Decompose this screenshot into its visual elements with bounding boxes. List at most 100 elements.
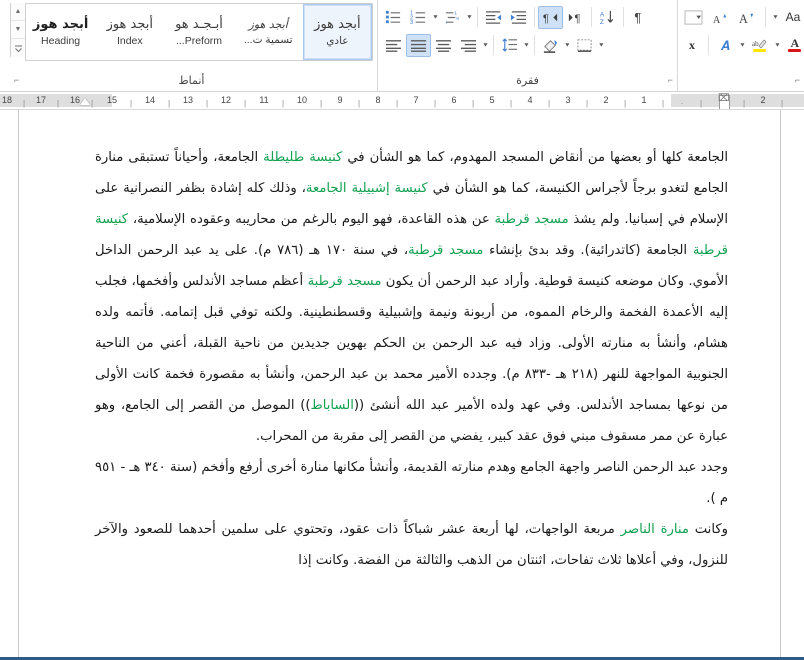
font-color-button[interactable]: A: [784, 34, 804, 57]
ltr-text-direction-button[interactable]: ¶: [563, 6, 588, 29]
document-hyperlink[interactable]: الساباط: [311, 398, 354, 413]
ruler-minor-tick: |: [129, 99, 133, 108]
styles-scroll-up-icon[interactable]: ▲: [11, 3, 25, 21]
left-indent-marker[interactable]: [80, 98, 90, 105]
style-item-index[interactable]: أبجد هوز Index: [95, 4, 164, 60]
align-left-button[interactable]: [381, 34, 406, 57]
align-right-button[interactable]: [456, 34, 481, 57]
ruler-minor-tick: |: [205, 99, 209, 108]
paragraph-1[interactable]: الجامعة كلها أو بعضها من أنقاض المسجد ال…: [95, 142, 728, 452]
ruler-minor-tick: |: [395, 99, 399, 108]
ruler-minor-tick: |: [433, 99, 437, 108]
multilevel-list-chevron-down-icon[interactable]: ▼: [466, 14, 473, 20]
ruler-tick: 4: [527, 95, 533, 105]
change-case-label: Aa: [785, 10, 801, 24]
line-spacing-button[interactable]: [497, 34, 522, 57]
document-hyperlink[interactable]: كنيسة إشبيلية الجامعة: [306, 181, 428, 196]
ruler-minor-tick: |: [56, 99, 60, 108]
font-dialog-launcher[interactable]: ⌐: [795, 71, 800, 89]
paragraph-group-label: فقرة: [516, 75, 539, 87]
paragraph-dialog-launcher[interactable]: ⌐: [668, 71, 673, 89]
borders-button[interactable]: [572, 34, 597, 57]
text-effects-button[interactable]: 𝑨: [714, 34, 736, 57]
grow-font-button[interactable]: A: [735, 6, 760, 29]
style-item-heading[interactable]: أبجد هوز Heading: [26, 4, 95, 60]
styles-gallery[interactable]: أبجد هوز عادي أبجد هوز تسمية ت... أبـجـد…: [25, 3, 373, 61]
sort-button[interactable]: AZ: [595, 6, 620, 29]
style-sample: أبجد هوز: [248, 17, 288, 31]
styles-gallery-scrollbar[interactable]: ▲ ▼: [10, 3, 25, 57]
styles-more-icon[interactable]: [11, 39, 25, 57]
style-item-caption[interactable]: أبجد هوز تسمية ت...: [234, 4, 303, 60]
increase-indent-button[interactable]: [481, 6, 506, 29]
font-size-box[interactable]: [681, 6, 706, 29]
ruler-tick: 9: [337, 95, 343, 105]
highlight-color-swatch: [753, 49, 767, 52]
decrease-indent-button[interactable]: [506, 6, 531, 29]
ruler-minor-tick: |: [281, 99, 285, 108]
document-hyperlink[interactable]: مسجد قرطبة: [308, 274, 382, 289]
svg-text:ab: ab: [752, 40, 759, 48]
text-effects-chevron-down-icon[interactable]: ▼: [739, 42, 746, 48]
justify-button[interactable]: [406, 33, 431, 57]
show-formatting-marks-button[interactable]: ¶: [627, 6, 649, 29]
ruler-minor-tick: |: [471, 99, 475, 108]
align-chevron-down-icon[interactable]: ▼: [482, 42, 489, 48]
shading-button[interactable]: [538, 34, 563, 57]
svg-text:¶: ¶: [574, 13, 580, 25]
document-text-column[interactable]: الجامعة كلها أو بعضها من أنقاض المسجد ال…: [95, 142, 728, 576]
svg-text:A: A: [713, 15, 721, 26]
styles-scroll-down-icon[interactable]: ▼: [11, 21, 25, 39]
paragraph-2-text: وجدد عبد الرحمن الناصر واجهة الجامع وهدم…: [95, 460, 728, 506]
ruler-tick: 11: [259, 95, 269, 105]
line-spacing-chevron-down-icon[interactable]: ▼: [523, 42, 530, 48]
ruler-tick: 8: [375, 95, 381, 105]
document-hyperlink[interactable]: كنيسة طليطلة: [263, 150, 342, 165]
shrink-font-button[interactable]: A: [708, 6, 733, 29]
document-area[interactable]: الجامعة كلها أو بعضها من أنقاض المسجد ال…: [0, 110, 804, 660]
document-hyperlink[interactable]: مسجد قرطبة: [408, 243, 483, 258]
style-item-normal[interactable]: أبجد هوز عادي: [302, 4, 372, 60]
paragraph-3[interactable]: وكانت منارة الناصر مربعة الواجهات، لها أ…: [95, 514, 728, 576]
text-highlight-color-button[interactable]: ab: [749, 34, 771, 57]
document-hyperlink[interactable]: منارة الناصر: [621, 522, 689, 537]
numbered-list-button[interactable]: 123: [406, 6, 431, 29]
styles-dialog-launcher[interactable]: ⌐: [14, 71, 19, 89]
ruler-minor-tick: |: [357, 99, 361, 108]
style-item-preformatted[interactable]: أبـجـد هو Preform...: [164, 4, 233, 60]
rtl-text-direction-button[interactable]: ¶: [537, 5, 563, 29]
shading-chevron-down-icon[interactable]: ▼: [564, 42, 571, 48]
ruler-tick: 2: [760, 95, 766, 105]
ruler-tick: 10: [296, 95, 308, 105]
strikethrough-button[interactable]: x: [681, 34, 703, 57]
divider: [622, 7, 624, 27]
change-case-button[interactable]: Aa: [782, 6, 804, 29]
ruler-tick: 16: [69, 95, 81, 105]
style-sample: أبجد هوز: [106, 16, 153, 32]
style-sample: أبجد هوز: [32, 16, 89, 32]
style-sample: أبجد هوز: [314, 16, 361, 32]
multilevel-list-button[interactable]: 1ai: [440, 6, 465, 29]
svg-text:¶: ¶: [543, 13, 549, 25]
ruler-tick: 14: [144, 95, 156, 105]
document-hyperlink[interactable]: مسجد قرطبة: [495, 212, 569, 227]
horizontal-ruler[interactable]: 18 | 17 | 16 | 15 | 14 | 13 | 12 | 11 | …: [0, 92, 804, 110]
style-name: Index: [116, 35, 143, 48]
document-text-run: الجامعة كلها أو بعضها من أنقاض المسجد ال…: [342, 150, 728, 165]
ruler-tick: 3: [565, 95, 571, 105]
bulleted-list-button[interactable]: [381, 6, 406, 29]
highlight-chevron-down-icon[interactable]: ▼: [774, 42, 781, 48]
document-page[interactable]: الجامعة كلها أو بعضها من أنقاض المسجد ال…: [18, 110, 781, 660]
paragraph-2[interactable]: وجدد عبد الرحمن الناصر واجهة الجامع وهدم…: [95, 452, 728, 514]
style-name: عادي: [326, 35, 349, 48]
ruler-minor-tick: ·: [680, 99, 684, 108]
styles-group-label: أنماط: [178, 75, 205, 87]
ruler-minor-tick: |: [319, 99, 323, 108]
align-center-button[interactable]: [431, 34, 456, 57]
style-name: Preform...: [175, 35, 223, 48]
borders-chevron-down-icon[interactable]: ▼: [598, 42, 605, 48]
ruler-ticks: 18 | 17 | 16 | 15 | 14 | 13 | 12 | 11 | …: [0, 93, 804, 109]
change-case-chevron-down-icon[interactable]: ▼: [772, 14, 779, 20]
font-row-1: A Aa ▼ A A: [681, 3, 804, 31]
numbered-list-chevron-down-icon[interactable]: ▼: [432, 14, 439, 20]
